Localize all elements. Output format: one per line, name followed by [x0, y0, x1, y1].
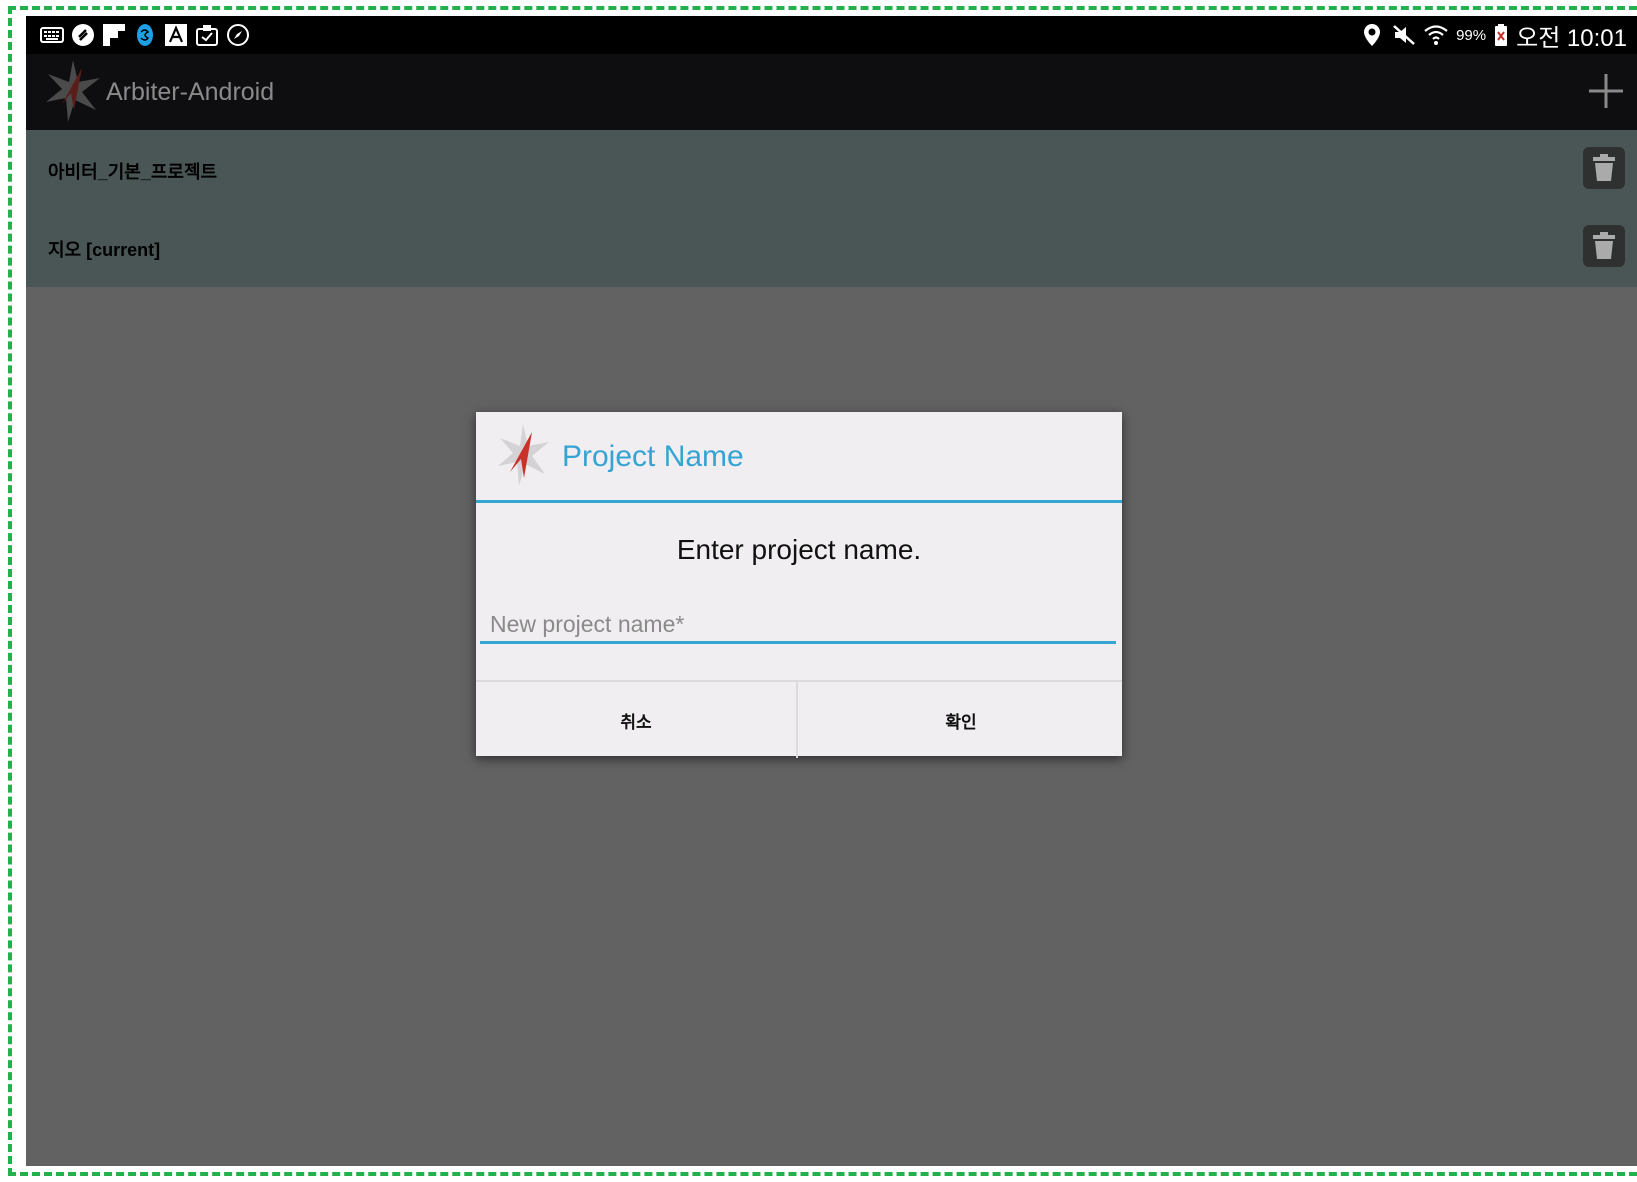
- status-bar: 99% 오전 10:01: [26, 16, 1637, 54]
- trash-icon: [1593, 232, 1615, 259]
- font-a-icon: [164, 23, 188, 47]
- flipboard-icon: [102, 23, 126, 47]
- clipboard-icon: [195, 23, 219, 47]
- wifi-icon: [1424, 23, 1448, 47]
- project-list: 아비터_기본_프로젝트 지오 [current]: [26, 130, 1637, 287]
- project-list-item[interactable]: 지오 [current]: [26, 208, 1637, 286]
- battery-icon: [1494, 23, 1508, 47]
- ok-button[interactable]: 확인: [800, 682, 1122, 758]
- app-title: Arbiter-Android: [106, 78, 275, 106]
- project-name-dialog: Project Name Enter project name. 취소 확인: [476, 412, 1122, 758]
- device-screen: 99% 오전 10:01 Arbiter-Android 아비터_기본_프로젝트: [26, 16, 1637, 1166]
- add-project-button[interactable]: [1585, 70, 1627, 112]
- compass-icon: [226, 23, 250, 47]
- project-name: 아비터_기본_프로젝트: [48, 162, 218, 182]
- notification-icons: [40, 23, 250, 47]
- dialog-message: Enter project name.: [676, 534, 922, 565]
- project-list-item[interactable]: 아비터_기본_프로젝트: [26, 130, 1637, 208]
- mute-icon: [1392, 23, 1416, 47]
- status-clock: 오전 10:01: [1516, 24, 1627, 52]
- project-name: 지오 [current]: [48, 240, 161, 260]
- trash-icon: [1593, 154, 1615, 181]
- dialog-title: Project Name: [562, 440, 744, 473]
- dialog-header: Project Name: [476, 412, 1122, 503]
- system-icons: 99% 오전 10:01: [1360, 20, 1627, 52]
- arbiter-logo-icon: [494, 422, 552, 488]
- location-pin-icon: [1360, 23, 1384, 47]
- arbiter-logo-icon: [42, 58, 104, 124]
- plus-icon: [1589, 74, 1623, 108]
- action-bar: Arbiter-Android: [26, 54, 1637, 130]
- sync-icon: [71, 23, 95, 47]
- delete-project-button[interactable]: [1583, 225, 1625, 267]
- keyboard-icon: [40, 23, 64, 47]
- battery-percent: 99%: [1456, 26, 1487, 44]
- dialog-button-bar: 취소 확인: [476, 680, 1122, 758]
- cancel-button[interactable]: 취소: [476, 682, 798, 758]
- delete-project-button[interactable]: [1583, 147, 1625, 189]
- skype-icon: [133, 23, 157, 47]
- project-name-input[interactable]: [480, 608, 1116, 644]
